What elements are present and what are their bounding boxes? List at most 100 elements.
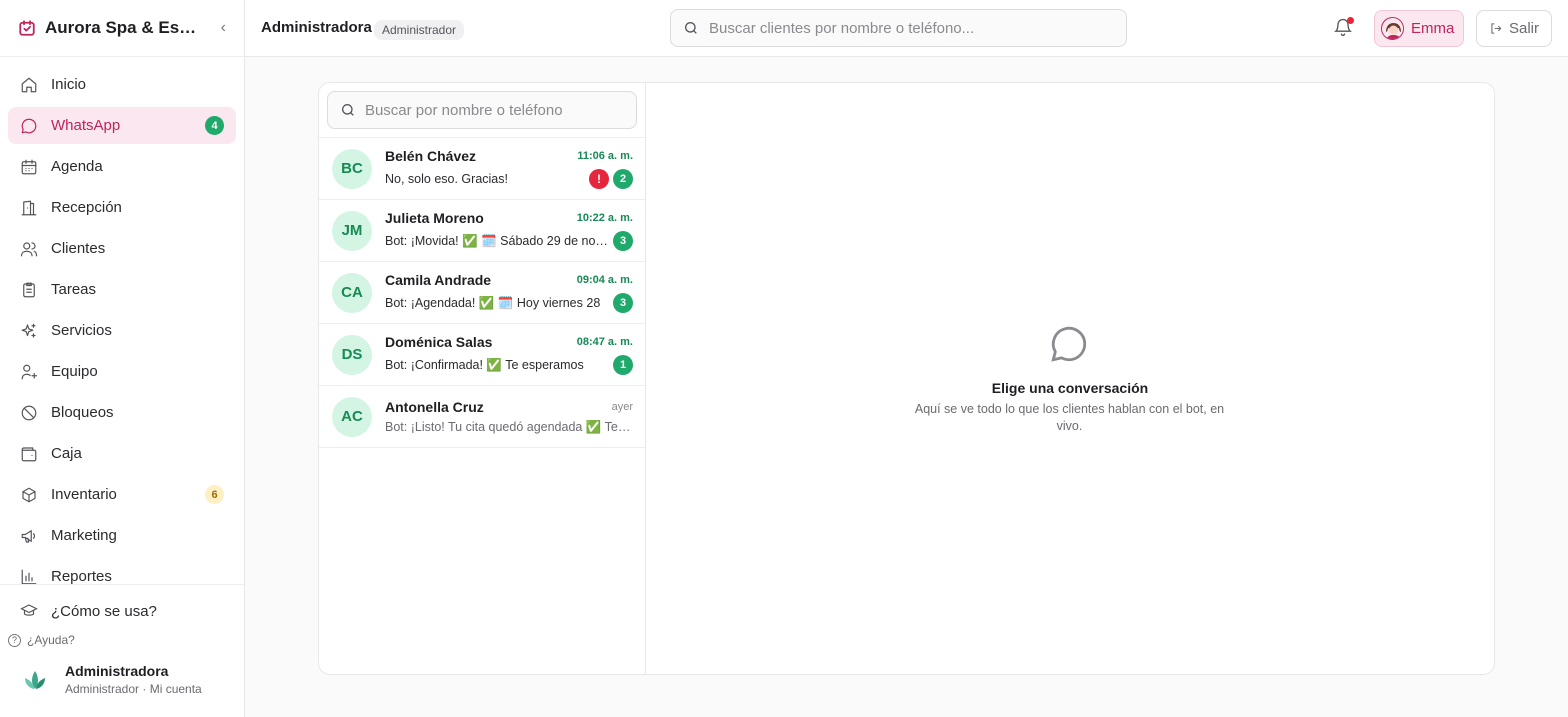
sidebar-item-caja[interactable]: Caja bbox=[8, 435, 236, 472]
avatar bbox=[1381, 17, 1404, 40]
account-subtitle: Administrador · Mi cuenta bbox=[65, 682, 202, 696]
sidebar-item-label: Inicio bbox=[51, 76, 87, 93]
collapse-sidebar-icon[interactable]: ‹ bbox=[221, 19, 226, 37]
message-preview: No, solo eso. Gracias! bbox=[385, 172, 508, 186]
users-icon bbox=[20, 241, 38, 256]
avatar: CA bbox=[332, 272, 372, 313]
account-name: Administradora bbox=[65, 663, 169, 679]
box-icon bbox=[22, 487, 36, 502]
message-preview: Bot: ¡Movida! ✅ 🗓️ Sábado 29 de noviembr… bbox=[385, 233, 609, 248]
list-item[interactable]: BC Belén Chávez 11:06 a. m. No, solo eso… bbox=[319, 138, 645, 200]
brand-header: Aurora Spa & Estética ‹ bbox=[0, 0, 244, 57]
clipboard-icon bbox=[23, 282, 35, 297]
low-stock-badge: 6 bbox=[205, 485, 224, 504]
megaphone-icon bbox=[21, 529, 36, 543]
unread-count-badge: 4 bbox=[205, 116, 224, 135]
brand-name: Aurora Spa & Estética bbox=[45, 18, 200, 37]
unread-count-badge: 1 bbox=[613, 355, 633, 375]
empty-state-title: Elige una conversación bbox=[991, 380, 1149, 396]
sparkles-icon bbox=[21, 323, 36, 338]
unread-count-badge: 3 bbox=[613, 293, 633, 313]
sidebar-item-label: Clientes bbox=[51, 240, 106, 257]
sidebar-item-inicio[interactable]: Inicio bbox=[8, 66, 236, 103]
list-item[interactable]: JM Julieta Moreno 10:22 a. m. Bot: ¡Movi… bbox=[319, 200, 645, 262]
contact-name: Doménica Salas bbox=[385, 334, 493, 350]
conversation-search-input[interactable] bbox=[364, 101, 624, 119]
role-badge: Administrador bbox=[374, 20, 465, 40]
how-to-use-link[interactable]: ¿Cómo se usa? bbox=[0, 591, 244, 631]
whatsapp-panel: BC Belén Chávez 11:06 a. m. No, solo eso… bbox=[318, 82, 1495, 675]
sidebar-item-label: Servicios bbox=[51, 322, 112, 339]
sidebar-item-label: Bloqueos bbox=[51, 404, 114, 421]
sidebar-item-agenda[interactable]: Agenda bbox=[8, 148, 236, 185]
sidebar-item-servicios[interactable]: Servicios bbox=[8, 312, 236, 349]
team-icon bbox=[21, 364, 38, 379]
avatar: JM bbox=[332, 210, 372, 251]
conversation-search bbox=[327, 91, 637, 129]
sidebar-item-label: Equipo bbox=[51, 363, 98, 380]
notification-dot bbox=[1347, 17, 1354, 24]
how-to-use-label: ¿Cómo se usa? bbox=[51, 602, 157, 620]
help-link[interactable]: ? ¿Ayuda? bbox=[0, 631, 244, 649]
sidebar-item-label: WhatsApp bbox=[51, 117, 121, 134]
sidebar-item-label: Recepción bbox=[51, 199, 122, 216]
chat-icon bbox=[21, 118, 37, 133]
sidebar-footer: ¿Cómo se usa? ? ¿Ayuda? Administradora A… bbox=[0, 584, 244, 696]
empty-state-subtitle: Aquí se ve todo lo que los clientes habl… bbox=[914, 402, 1225, 433]
unread-count-badge: 3 bbox=[613, 231, 633, 251]
search-icon bbox=[685, 22, 697, 34]
message-time: 09:04 a. m. bbox=[576, 274, 633, 286]
logout-label: Salir bbox=[1508, 20, 1539, 37]
logout-button[interactable]: Salir bbox=[1476, 10, 1552, 47]
reception-icon bbox=[21, 200, 37, 215]
sidebar-item-tareas[interactable]: Tareas bbox=[8, 271, 236, 308]
sidebar-item-label: Inventario bbox=[51, 486, 117, 503]
global-search bbox=[670, 9, 1127, 47]
question-circle-icon: ? bbox=[8, 633, 21, 647]
avatar: DS bbox=[332, 334, 372, 375]
list-item[interactable]: AC Antonella Cruz ayer Bot: ¡Listo! Tu c… bbox=[319, 386, 645, 448]
contact-name: Antonella Cruz bbox=[385, 398, 484, 415]
sidebar-item-label: Reportes bbox=[51, 568, 112, 585]
sidebar-item-equipo[interactable]: Equipo bbox=[8, 353, 236, 390]
wallet-icon bbox=[21, 446, 37, 461]
sidebar-item-label: Tareas bbox=[51, 281, 97, 298]
lotus-logo-icon bbox=[25, 670, 45, 689]
logout-icon bbox=[1491, 23, 1502, 34]
list-item[interactable]: CA Camila Andrade 09:04 a. m. Bot: ¡Agen… bbox=[319, 262, 645, 324]
contact-name: Julieta Moreno bbox=[385, 210, 484, 226]
avatar: BC bbox=[332, 148, 372, 189]
conversation-list: BC Belén Chávez 11:06 a. m. No, solo eso… bbox=[319, 137, 645, 448]
sidebar-item-label: Caja bbox=[51, 445, 82, 462]
home-icon bbox=[21, 77, 37, 92]
sidebar-item-clientes[interactable]: Clientes bbox=[8, 230, 236, 267]
list-item[interactable]: DS Doménica Salas 08:47 a. m. Bot: ¡Conf… bbox=[319, 324, 645, 386]
sidebar-item-marketing[interactable]: Marketing bbox=[8, 517, 236, 554]
message-time: 08:47 a. m. bbox=[576, 336, 633, 348]
sidebar: Aurora Spa & Estética ‹ Inicio WhatsApp … bbox=[0, 0, 245, 717]
ban-icon bbox=[21, 405, 37, 420]
attention-alert-badge: ! bbox=[589, 169, 609, 189]
sidebar-item-whatsapp[interactable]: WhatsApp 4 bbox=[8, 107, 236, 144]
message-time: 11:06 a. m. bbox=[577, 150, 633, 162]
message-preview: Bot: ¡Listo! Tu cita quedó agendada ✅ Te… bbox=[385, 419, 633, 434]
graduation-cap-icon bbox=[20, 604, 38, 616]
bar-chart-icon bbox=[21, 569, 37, 584]
empty-conversation-state: Elige una conversación Aquí se ve todo l… bbox=[646, 83, 1494, 674]
search-icon bbox=[341, 104, 354, 116]
avatar: AC bbox=[332, 396, 372, 437]
sidebar-item-recepcion[interactable]: Recepción bbox=[8, 189, 236, 226]
sidebar-item-inventario[interactable]: Inventario 6 bbox=[8, 476, 236, 513]
calendar-icon bbox=[21, 159, 37, 174]
account-menu[interactable]: Administradora Administrador · Mi cuenta bbox=[0, 663, 244, 696]
chat-bubble-icon bbox=[1048, 323, 1090, 365]
calendar-check-logo-icon bbox=[19, 20, 35, 36]
client-search-input[interactable] bbox=[709, 19, 1109, 37]
sidebar-item-bloqueos[interactable]: Bloqueos bbox=[8, 394, 236, 431]
sidebar-item-label: Marketing bbox=[51, 527, 117, 544]
user-menu-button[interactable]: Emma bbox=[1374, 10, 1464, 47]
message-time: 10:22 a. m. bbox=[576, 212, 633, 224]
notifications-button[interactable] bbox=[1333, 17, 1355, 39]
message-time: ayer bbox=[611, 400, 633, 413]
contact-name: Belén Chávez bbox=[385, 148, 477, 164]
